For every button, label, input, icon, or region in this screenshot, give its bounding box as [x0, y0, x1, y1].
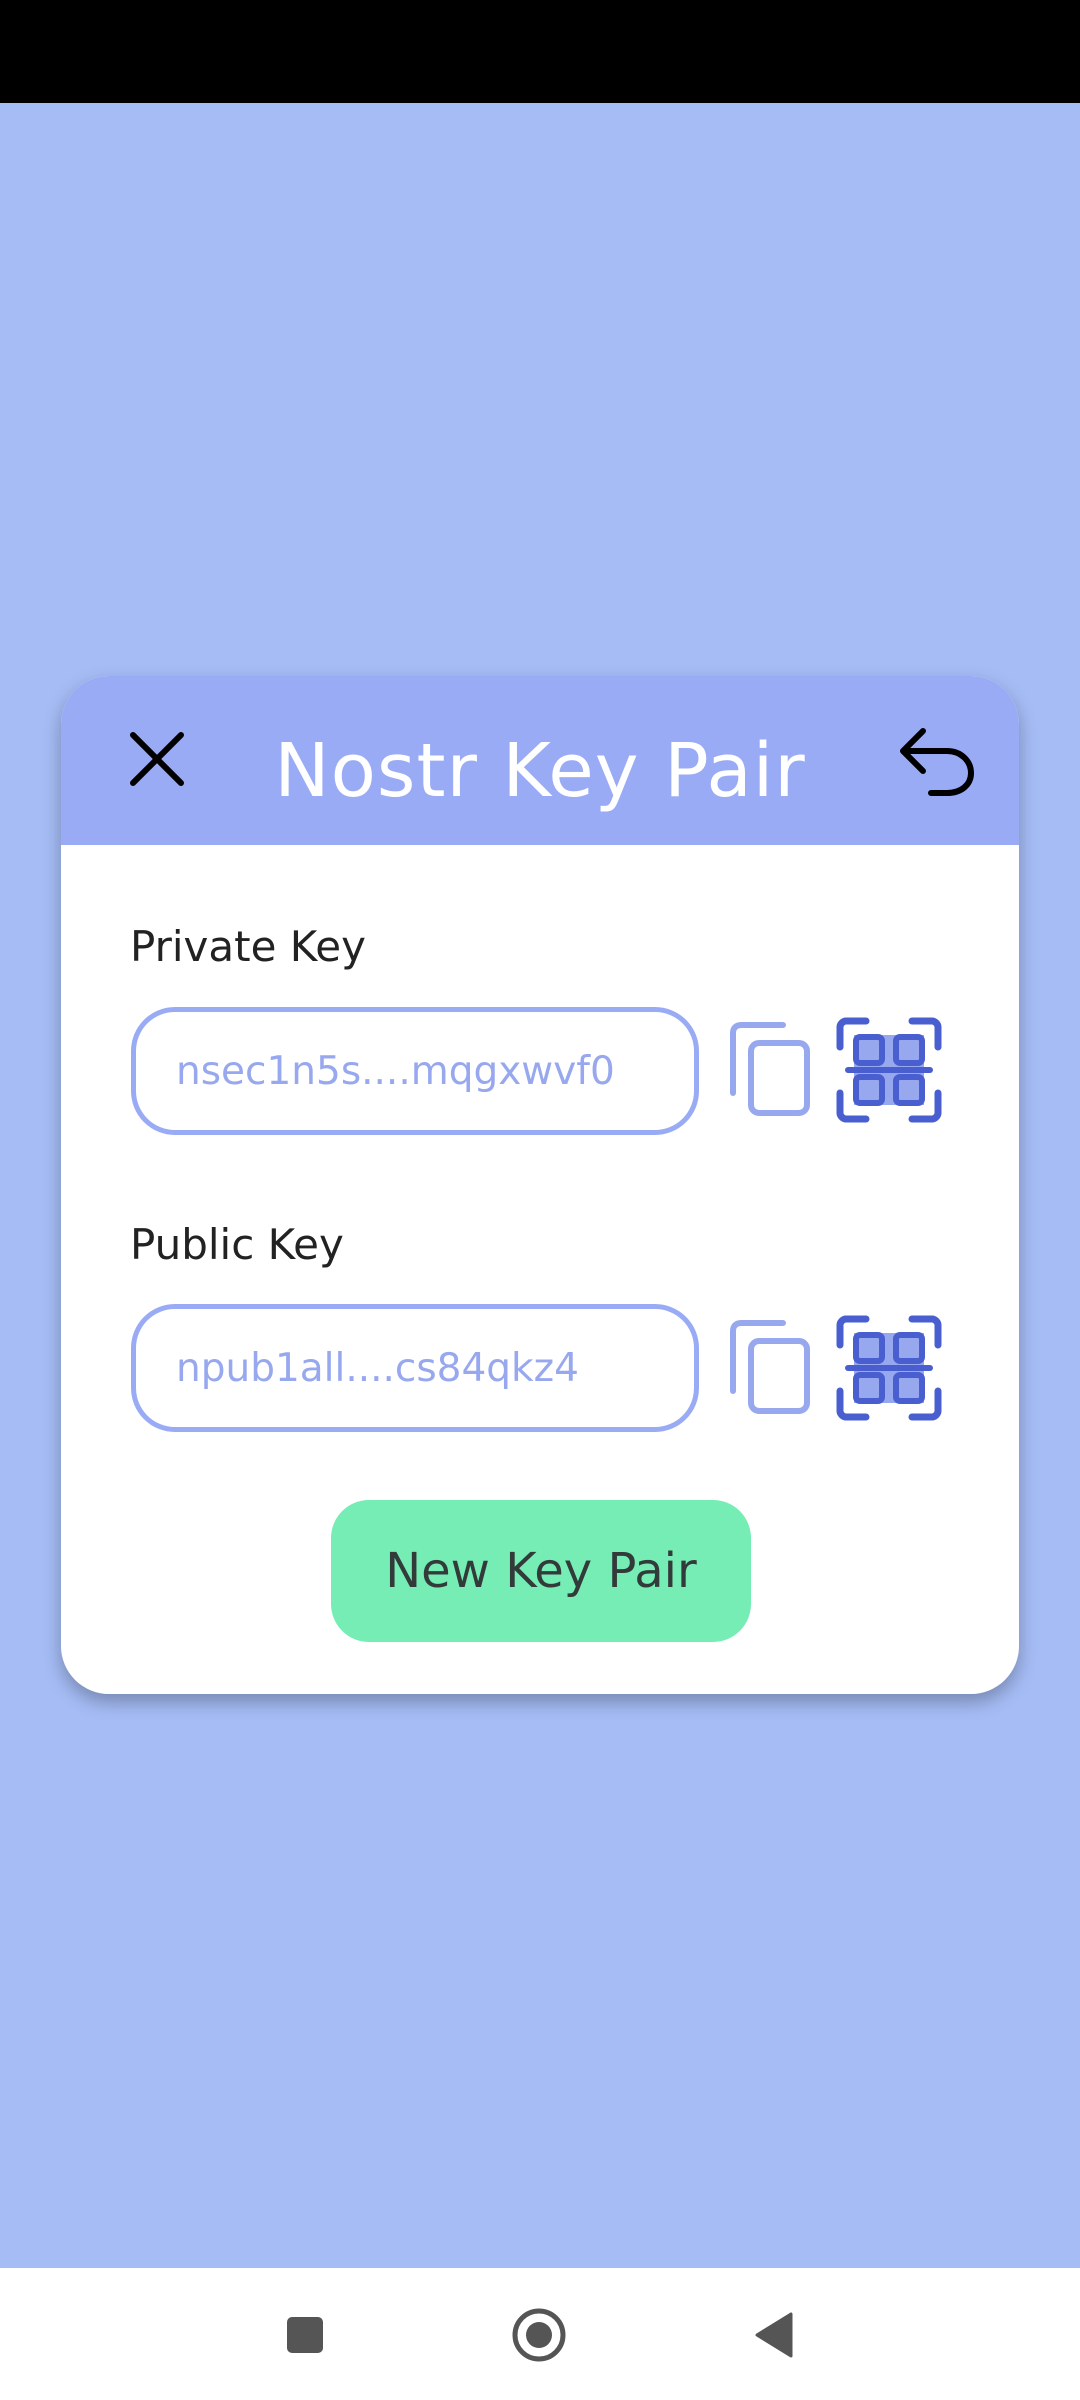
key-pair-dialog: Nostr Key Pair Private Key nsec1n5s....m… — [61, 676, 1019, 1694]
square-icon — [287, 2317, 323, 2353]
qr-code-icon — [836, 1315, 942, 1421]
private-key-qr-button[interactable] — [835, 1016, 943, 1124]
dialog-header: Nostr Key Pair — [61, 676, 1019, 845]
status-bar — [0, 0, 1080, 103]
circle-icon — [512, 2308, 566, 2362]
dialog-title: Nostr Key Pair — [274, 728, 806, 814]
undo-icon — [900, 728, 975, 796]
public-key-qr-button[interactable] — [835, 1314, 943, 1422]
public-key-label: Public Key — [130, 1220, 344, 1269]
copy-icon — [730, 1320, 810, 1414]
copy-public-key-button[interactable] — [725, 1312, 815, 1422]
copy-private-key-button[interactable] — [725, 1014, 815, 1124]
back-button[interactable] — [728, 2290, 818, 2380]
recents-button[interactable] — [260, 2290, 350, 2380]
navigation-bar — [0, 2268, 1080, 2400]
public-key-field[interactable]: npub1all....cs84qkz4 — [131, 1304, 699, 1432]
undo-button[interactable] — [887, 709, 987, 809]
private-key-field[interactable]: nsec1n5s....mqgxwvf0 — [131, 1007, 699, 1135]
qr-code-icon — [836, 1017, 942, 1123]
new-key-pair-button[interactable]: New Key Pair — [331, 1500, 751, 1642]
triangle-back-icon — [755, 2312, 793, 2358]
home-button[interactable] — [494, 2290, 584, 2380]
copy-icon — [730, 1022, 810, 1116]
private-key-label: Private Key — [130, 922, 366, 971]
